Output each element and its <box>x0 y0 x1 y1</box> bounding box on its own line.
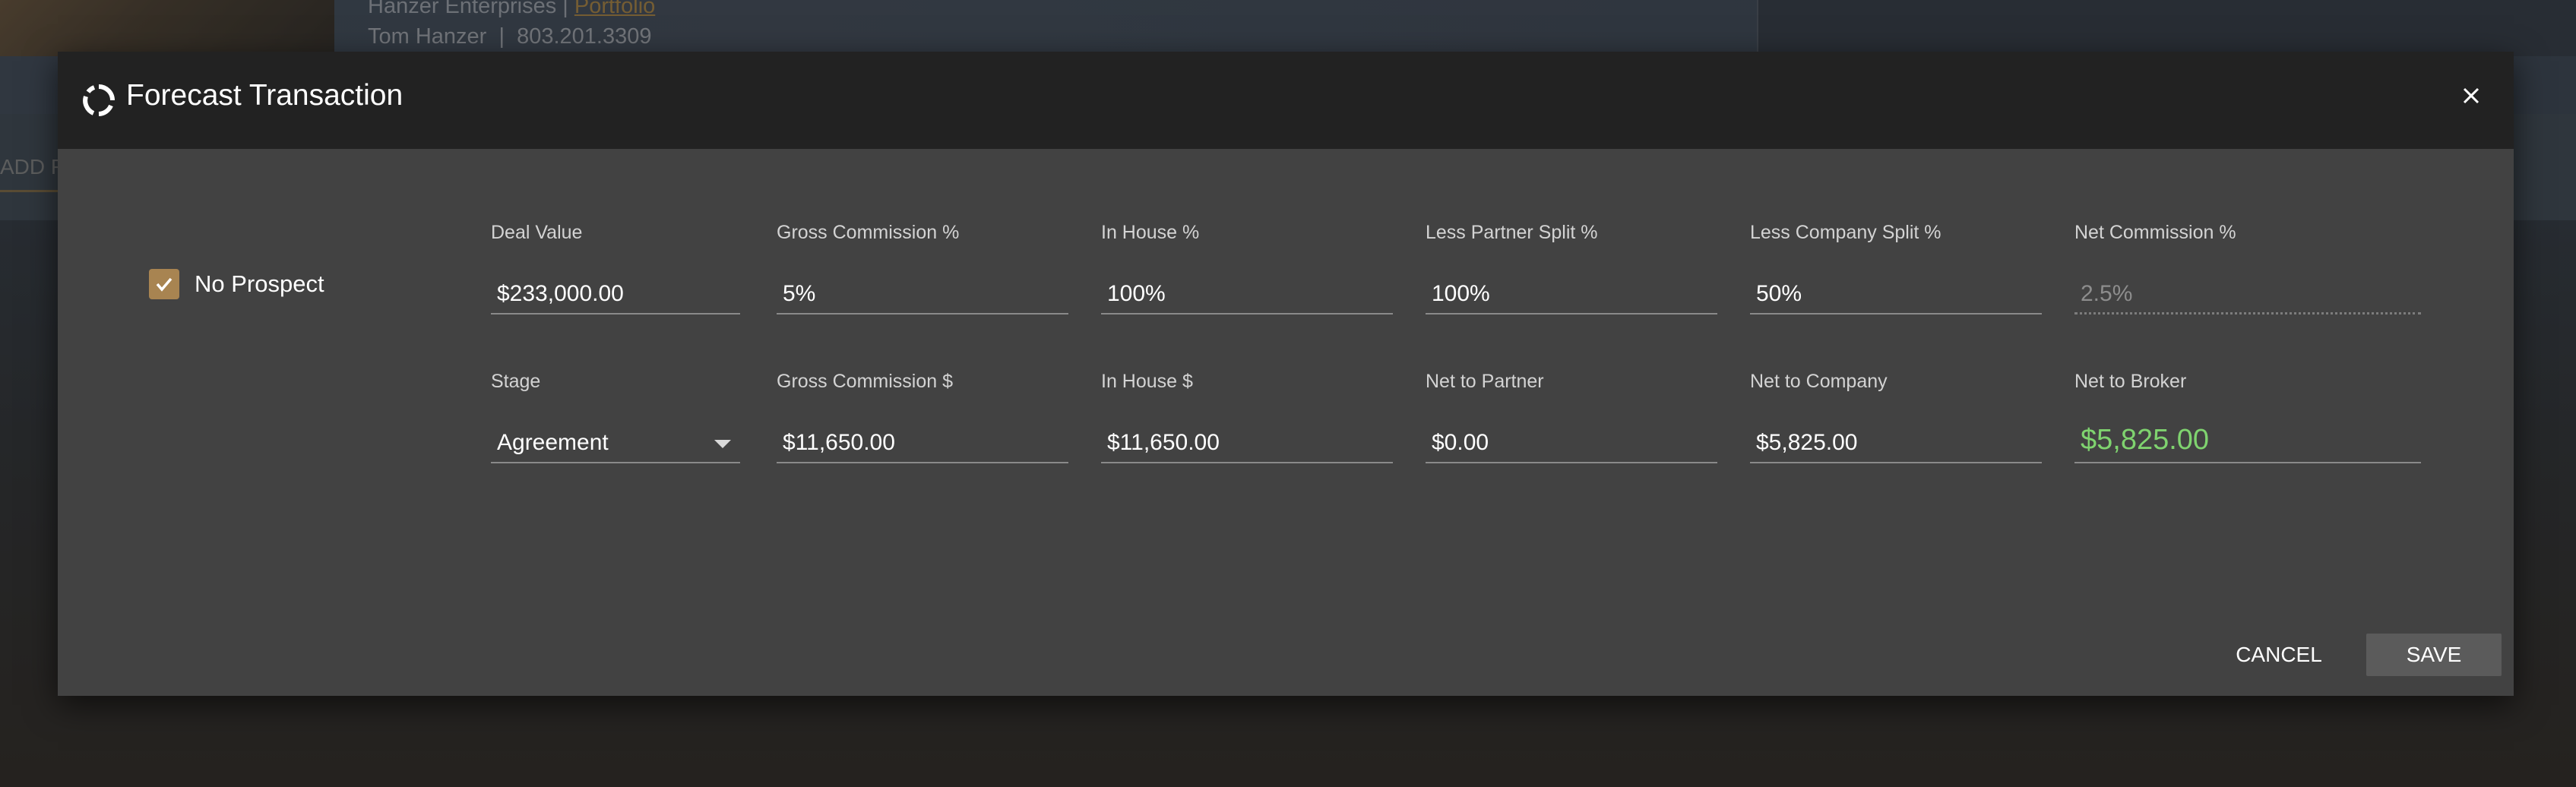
field-label: Net to Company <box>1750 371 1888 392</box>
field-label: Less Partner Split % <box>1426 222 1598 243</box>
field-label: Gross Commission % <box>777 222 960 243</box>
less-partner-split-field[interactable]: Less Partner Split % 100% <box>1426 222 1717 314</box>
dialog-title: Forecast Transaction <box>126 79 403 112</box>
in-house-percent-field[interactable]: In House % 100% <box>1101 222 1393 314</box>
forecast-transaction-dialog: Forecast Transaction No Prospect Deal Va… <box>58 52 2514 696</box>
field-label: In House % <box>1101 222 1200 243</box>
net-to-broker-field[interactable]: Net to Broker $5,825.00 <box>2074 371 2421 463</box>
checkbox-checked[interactable] <box>149 269 179 299</box>
field-label: Net to Partner <box>1426 371 1544 392</box>
in-house-amount-input[interactable]: $11,650.00 <box>1101 430 1393 463</box>
dialog-header: Forecast Transaction <box>58 52 2514 149</box>
net-commission-percent-value: 2.5% <box>2074 281 2421 314</box>
less-company-split-input[interactable]: 50% <box>1750 281 2042 314</box>
field-label: Net Commission % <box>2074 222 2236 243</box>
net-commission-percent-field: Net Commission % 2.5% <box>2074 222 2421 314</box>
less-partner-split-input[interactable]: 100% <box>1426 281 1717 314</box>
deal-value-input[interactable]: $233,000.00 <box>491 281 740 314</box>
gross-commission-percent-input[interactable]: 5% <box>777 281 1068 314</box>
field-label: Stage <box>491 371 541 392</box>
no-prospect-label: No Prospect <box>195 270 324 297</box>
cancel-button[interactable]: CANCEL <box>2217 634 2340 676</box>
net-to-company-field[interactable]: Net to Company $5,825.00 <box>1750 371 2042 463</box>
stage-field[interactable]: Stage Agreement <box>491 371 740 463</box>
stage-select[interactable]: Agreement <box>491 430 740 463</box>
gross-commission-percent-field[interactable]: Gross Commission % 5% <box>777 222 1068 314</box>
in-house-amount-field[interactable]: In House $ $11,650.00 <box>1101 371 1393 463</box>
in-house-percent-input[interactable]: 100% <box>1101 281 1393 314</box>
gross-commission-amount-input[interactable]: $11,650.00 <box>777 430 1068 463</box>
close-icon <box>2463 87 2479 104</box>
net-to-partner-field[interactable]: Net to Partner $0.00 <box>1426 371 1717 463</box>
stage-selected-value: Agreement <box>497 430 609 455</box>
checkmark-icon <box>156 277 172 292</box>
net-to-company-input[interactable]: $5,825.00 <box>1750 430 2042 463</box>
net-to-broker-value[interactable]: $5,825.00 <box>2074 424 2421 463</box>
gross-commission-amount-field[interactable]: Gross Commission $ $11,650.00 <box>777 371 1068 463</box>
field-label: Deal Value <box>491 222 583 243</box>
deal-value-field[interactable]: Deal Value $233,000.00 <box>491 222 740 314</box>
loading-circle-icon <box>82 84 116 117</box>
chevron-down-icon[interactable] <box>714 440 731 448</box>
field-label: Gross Commission $ <box>777 371 953 392</box>
save-button[interactable]: SAVE <box>2366 634 2502 676</box>
field-label: Net to Broker <box>2074 371 2187 392</box>
field-label: In House $ <box>1101 371 1193 392</box>
field-label: Less Company Split % <box>1750 222 1941 243</box>
less-company-split-field[interactable]: Less Company Split % 50% <box>1750 222 2042 314</box>
no-prospect-checkbox[interactable]: No Prospect <box>149 269 324 299</box>
net-to-partner-input[interactable]: $0.00 <box>1426 430 1717 463</box>
close-button[interactable] <box>2454 79 2488 112</box>
